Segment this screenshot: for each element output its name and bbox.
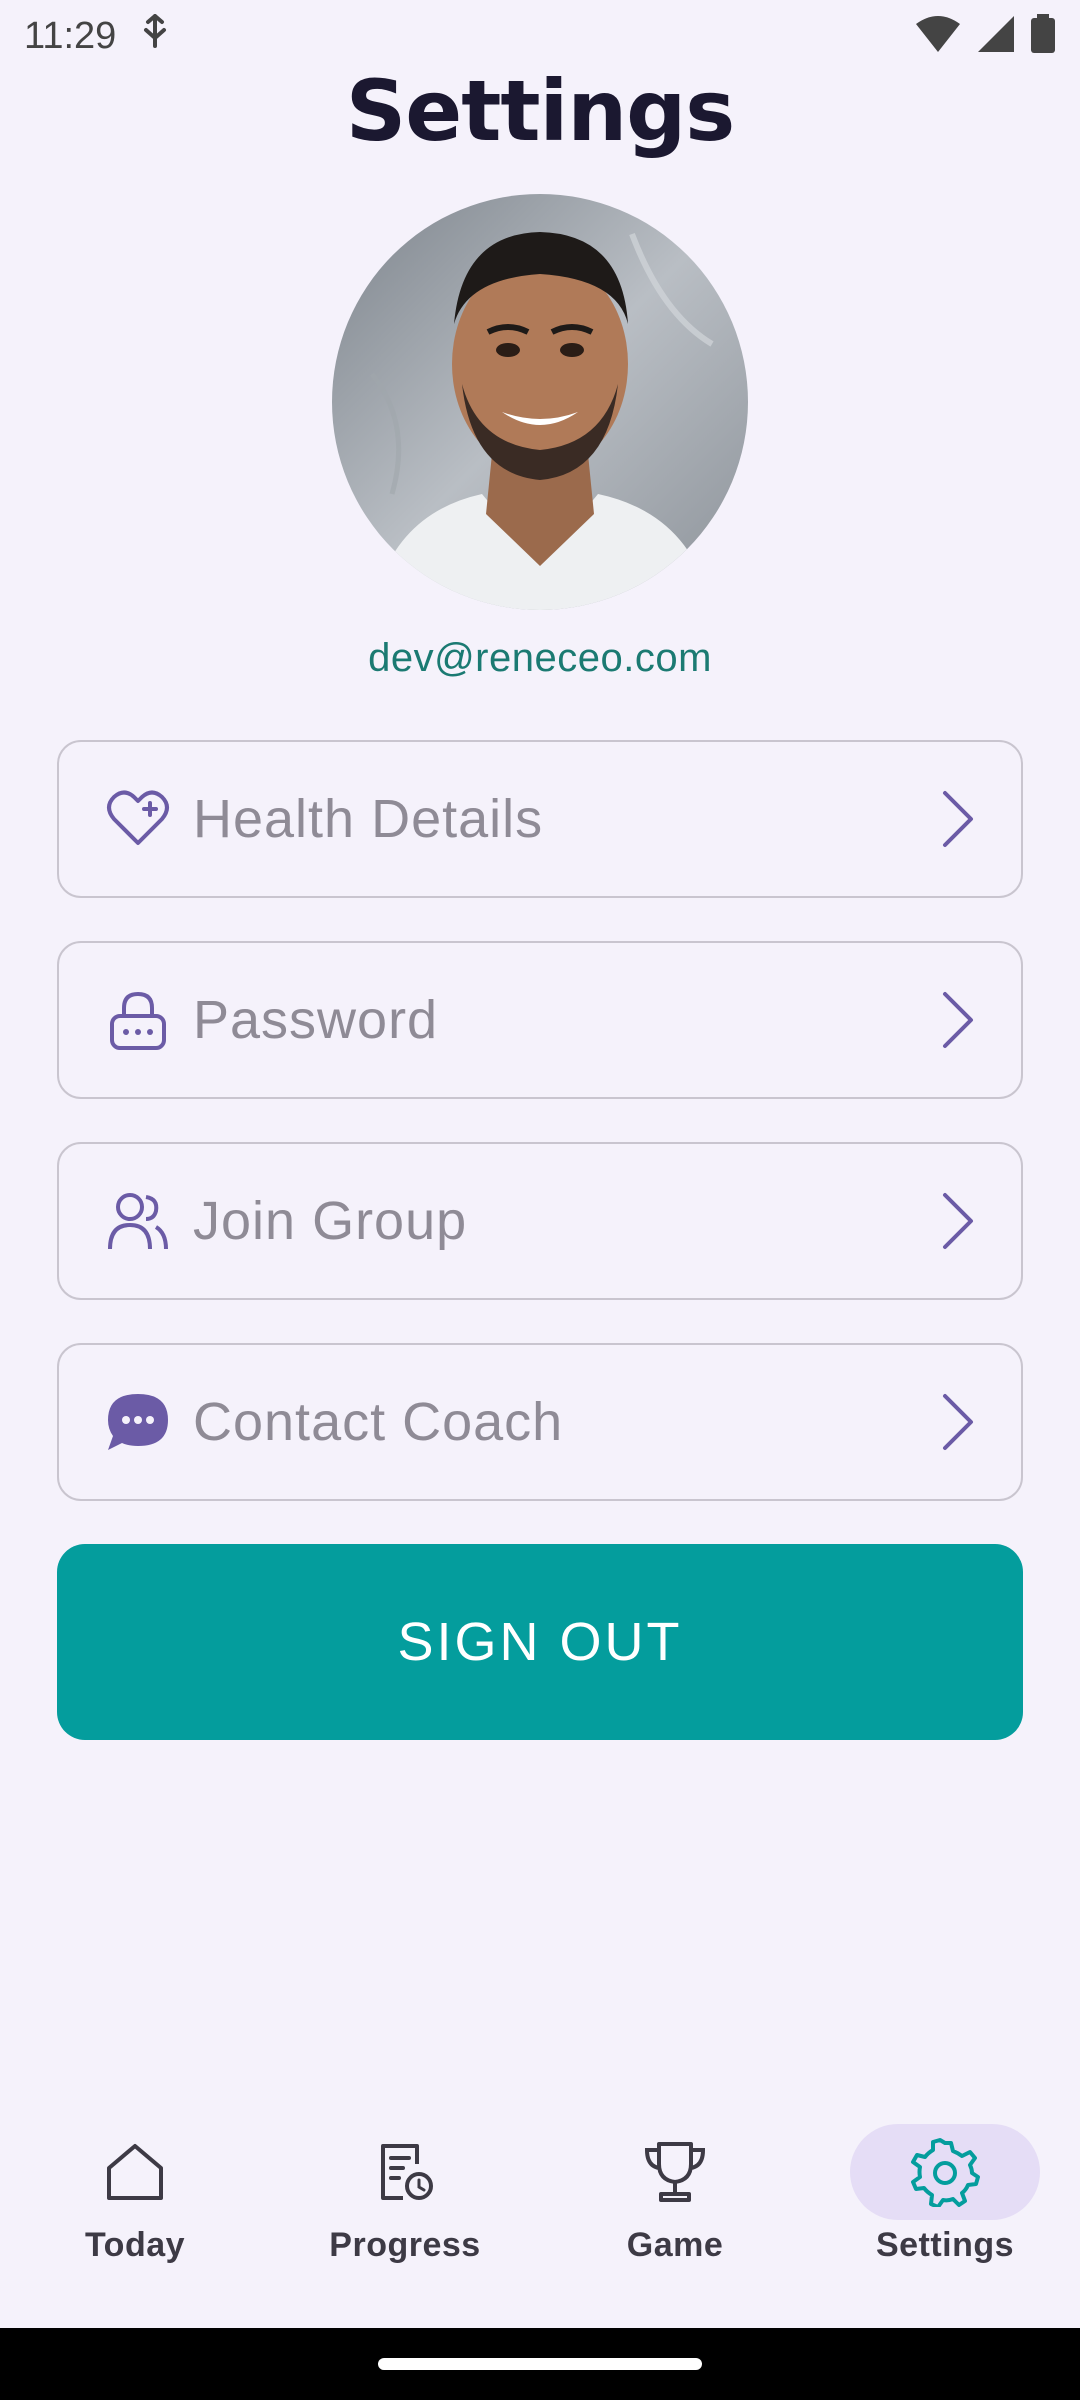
chevron-right-icon [927,980,987,1060]
menu-item-label: Join Group [193,1191,468,1251]
home-icon [99,2136,171,2208]
trophy-icon [639,2136,711,2208]
bottom-nav: Today Progress Game Settings [0,2100,1080,2328]
home-gesture-handle[interactable] [378,2358,702,2370]
progress-report-icon [369,2136,441,2208]
sign-out-button[interactable]: SIGN OUT [57,1544,1023,1740]
avatar[interactable] [332,194,748,610]
heart-plus-icon [103,784,173,854]
menu-item-password[interactable]: Password [57,941,1023,1099]
chevron-right-icon [927,1382,987,1462]
nav-item-today[interactable]: Today [0,2100,270,2328]
menu-item-label: Health Details [193,789,544,849]
users-icon [103,1186,173,1256]
chevron-right-icon [927,779,987,859]
menu-item-label: Contact Coach [193,1392,564,1452]
nav-label: Game [626,2226,724,2264]
status-time: 11:29 [24,14,117,57]
profile-email: dev@reneceo.com [368,636,712,680]
menu-item-health-details[interactable]: Health Details [57,740,1023,898]
nav-label: Progress [329,2226,481,2264]
chevron-right-icon [927,1181,987,1261]
menu-item-join-group[interactable]: Join Group [57,1142,1023,1300]
nav-label: Today [84,2226,186,2264]
nav-item-game[interactable]: Game [540,2100,810,2328]
gear-icon [909,2136,981,2208]
nav-item-settings[interactable]: Settings [810,2100,1080,2328]
page-title: Settings [345,62,736,160]
settings-screen: 11:29 Settings dev@reneceo.com Health De… [0,0,1080,2400]
usb-debug-icon [140,13,170,58]
gesture-navigation-bar [0,2328,1080,2400]
lock-icon [103,985,173,1055]
menu-item-label: Password [193,990,439,1050]
menu-item-contact-coach[interactable]: Contact Coach [57,1343,1023,1501]
wifi-icon [914,14,962,59]
chat-bubble-icon [103,1387,173,1457]
battery-icon [1030,13,1056,59]
signal-icon [976,14,1016,59]
nav-item-progress[interactable]: Progress [270,2100,540,2328]
nav-label: Settings [875,2226,1015,2264]
